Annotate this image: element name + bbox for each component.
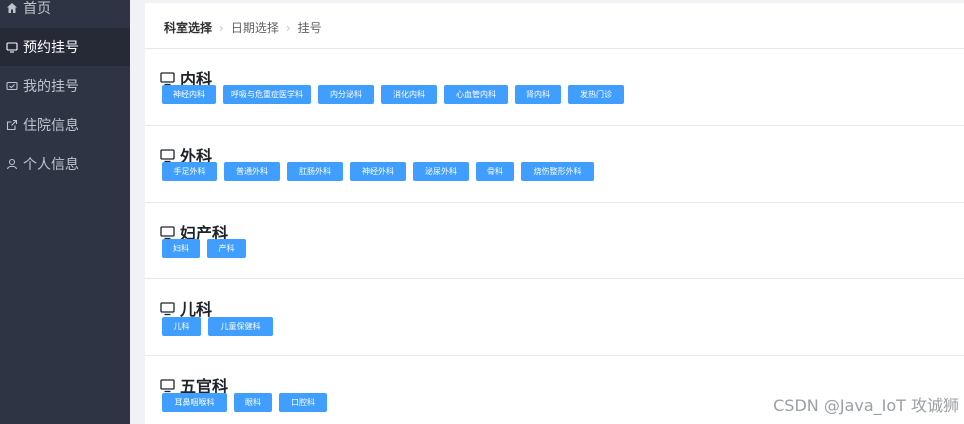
sidebar-item-label: 预约挂号 [23, 40, 79, 56]
breadcrumb-item-department[interactable]: 科室选择 [164, 19, 212, 36]
sub-department-button[interactable]: 妇科 [162, 239, 200, 258]
sub-department-list: 妇科 产科 [162, 239, 253, 258]
home-icon [5, 1, 19, 15]
divider [145, 48, 964, 49]
sidebar-item-label: 个人信息 [23, 157, 79, 173]
monitor-icon [160, 71, 175, 86]
monitor-icon [160, 225, 175, 240]
divider [145, 278, 964, 279]
watermark-text: CSDN @Java_IoT 攻诚狮 [773, 396, 959, 415]
chevron-right-icon: › [285, 20, 291, 35]
edit-icon [5, 118, 19, 132]
sub-department-button[interactable]: 神经外科 [350, 162, 406, 181]
sidebar-item-my-registrations[interactable]: 我的挂号 [0, 67, 130, 105]
message-icon [5, 79, 19, 93]
sub-department-button[interactable]: 口腔科 [279, 393, 327, 412]
monitor-icon [5, 40, 19, 54]
sub-department-button[interactable]: 耳鼻咽喉科 [162, 393, 227, 412]
divider [145, 355, 964, 356]
sub-department-button[interactable]: 手足外科 [162, 162, 217, 181]
monitor-icon [160, 378, 175, 393]
sub-department-button[interactable]: 普通外科 [224, 162, 280, 181]
breadcrumb: 科室选择 › 日期选择 › 挂号 [164, 19, 322, 36]
divider [145, 202, 964, 203]
breadcrumb-item-date[interactable]: 日期选择 [231, 19, 279, 36]
sub-department-button[interactable]: 儿童保健科 [208, 317, 273, 336]
sidebar-item-home[interactable]: 首页 [0, 0, 130, 27]
monitor-icon [160, 148, 175, 163]
breadcrumb-item-register[interactable]: 挂号 [298, 19, 322, 36]
sub-department-list: 儿科 儿童保健科 [162, 317, 280, 336]
sidebar-item-label: 我的挂号 [23, 79, 79, 95]
sidebar-item-profile[interactable]: 个人信息 [0, 145, 130, 183]
sub-department-list: 手足外科 普通外科 肛肠外科 神经外科 泌尿外科 骨科 烧伤整形外科 [162, 162, 601, 181]
sub-department-button[interactable]: 消化内科 [381, 85, 437, 104]
sub-department-button[interactable]: 神经内科 [162, 85, 216, 104]
main-panel: 科室选择 › 日期选择 › 挂号 内科 神经内科 呼吸与危重症医学科 内分泌科 … [145, 3, 964, 424]
sidebar-item-hospitalization[interactable]: 住院信息 [0, 106, 130, 144]
sub-department-button[interactable]: 内分泌科 [318, 85, 374, 104]
chevron-right-icon: › [219, 20, 224, 35]
sub-department-list: 神经内科 呼吸与危重症医学科 内分泌科 消化内科 心血管内科 肾内科 发热门诊 [162, 85, 631, 104]
sidebar-item-appointment[interactable]: 预约挂号 [0, 28, 130, 66]
sub-department-button[interactable]: 心血管内科 [444, 85, 508, 104]
sidebar-item-label: 住院信息 [23, 118, 79, 134]
sub-department-button[interactable]: 呼吸与危重症医学科 [223, 85, 311, 104]
sub-department-list: 耳鼻咽喉科 眼科 口腔科 [162, 393, 334, 412]
sub-department-button[interactable]: 儿科 [162, 317, 201, 336]
sub-department-button[interactable]: 眼科 [234, 393, 272, 412]
sub-department-button[interactable]: 肾内科 [515, 85, 561, 104]
sub-department-button[interactable]: 肛肠外科 [287, 162, 343, 181]
user-icon [5, 157, 19, 171]
sub-department-button[interactable]: 产科 [207, 239, 246, 258]
monitor-icon [160, 301, 175, 316]
sub-department-button[interactable]: 烧伤整形外科 [521, 162, 594, 181]
sub-department-button[interactable]: 骨科 [476, 162, 514, 181]
sidebar-item-label: 首页 [23, 1, 51, 17]
sidebar: 首页 预约挂号 我的挂号 住院信息 个人信息 [0, 0, 130, 424]
sub-department-button[interactable]: 泌尿外科 [413, 162, 469, 181]
divider [145, 125, 964, 126]
sub-department-button[interactable]: 发热门诊 [568, 85, 624, 104]
